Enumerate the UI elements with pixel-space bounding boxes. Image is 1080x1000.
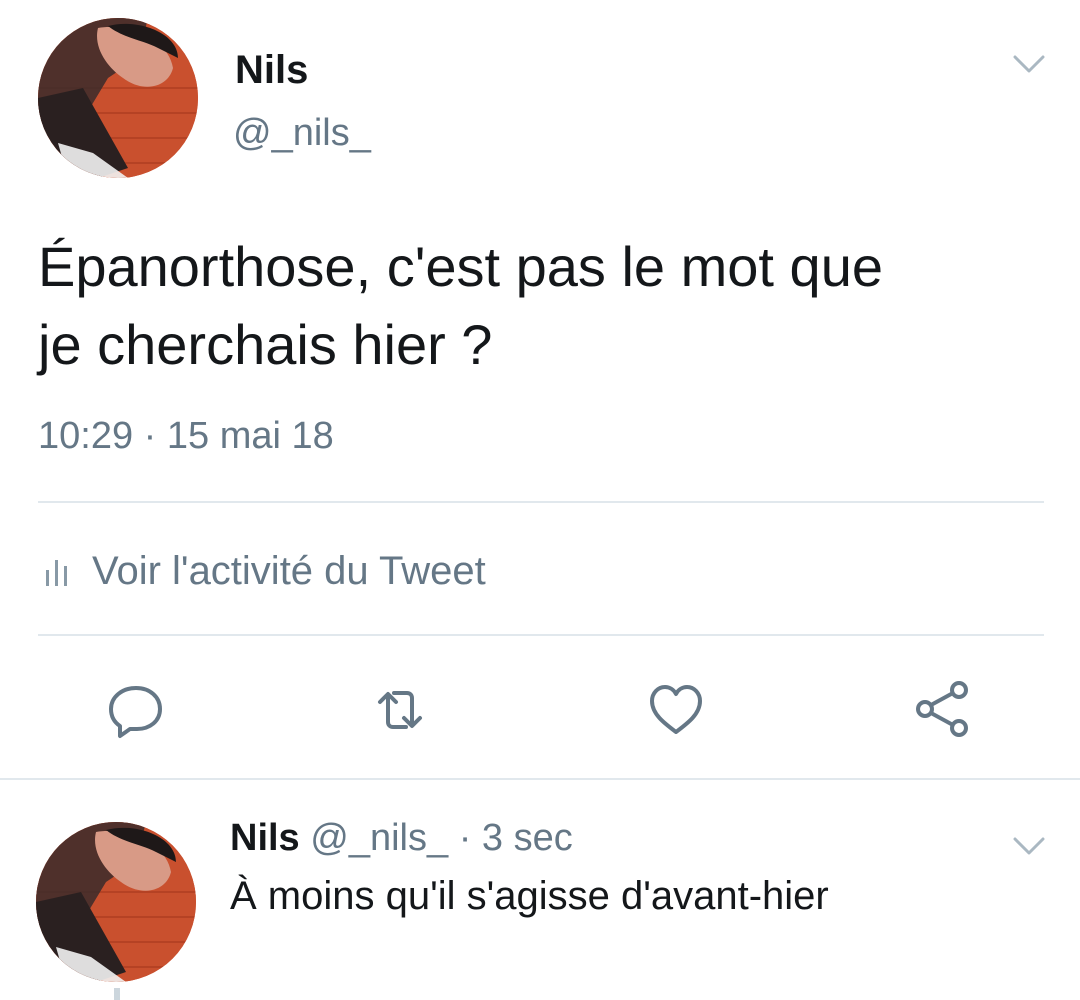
tweet-date: 15 mai 18 xyxy=(166,415,334,457)
chevron-down-icon[interactable] xyxy=(1012,54,1046,74)
avatar[interactable] xyxy=(36,822,196,982)
chevron-down-icon[interactable] xyxy=(1012,836,1046,856)
tweet-text: Épanorthose, c'est pas le mot que je che… xyxy=(38,228,1048,384)
tweet-text-line: Épanorthose, c'est pas le mot que xyxy=(38,235,883,298)
reply-text: À moins qu'il s'agisse d'avant-hier xyxy=(230,874,829,918)
activity-label: Voir l'activité du Tweet xyxy=(92,548,486,593)
tweet-timestamp: 10:29 · 15 mai 18 xyxy=(38,415,334,458)
author-handle[interactable]: @_nils_ xyxy=(233,112,371,155)
meta-separator: · xyxy=(143,415,157,457)
analytics-bars-icon xyxy=(44,556,70,586)
thread-line xyxy=(114,988,120,1000)
retweet-button[interactable] xyxy=(370,680,430,740)
reply-author-name[interactable]: Nils xyxy=(230,817,300,859)
reply-time: 3 sec xyxy=(481,817,573,859)
avatar-image xyxy=(38,18,198,178)
like-button[interactable] xyxy=(646,680,706,740)
divider xyxy=(38,634,1044,636)
author-name[interactable]: Nils xyxy=(235,48,308,93)
tweet-text-line: je cherchais hier ? xyxy=(38,313,493,376)
tweet-time: 10:29 xyxy=(38,415,134,457)
meta-separator: · xyxy=(458,817,472,859)
reply-header: Nils @_nils_ · 3 sec xyxy=(230,817,573,860)
divider xyxy=(38,501,1044,503)
tweet-detail-screen: Nils @_nils_ Épanorthose, c'est pas le m… xyxy=(0,0,1080,1000)
divider xyxy=(0,778,1080,780)
tweet-activity-link[interactable]: Voir l'activité du Tweet xyxy=(44,546,486,596)
reply-button[interactable] xyxy=(106,680,166,740)
heart-icon xyxy=(650,685,702,734)
share-button[interactable] xyxy=(912,680,972,740)
avatar[interactable] xyxy=(38,18,198,178)
share-icon xyxy=(916,681,968,737)
reply-author-handle[interactable]: @_nils_ xyxy=(310,817,448,859)
reply-icon xyxy=(109,686,162,738)
avatar-image xyxy=(36,822,196,982)
retweet-icon xyxy=(378,691,422,729)
